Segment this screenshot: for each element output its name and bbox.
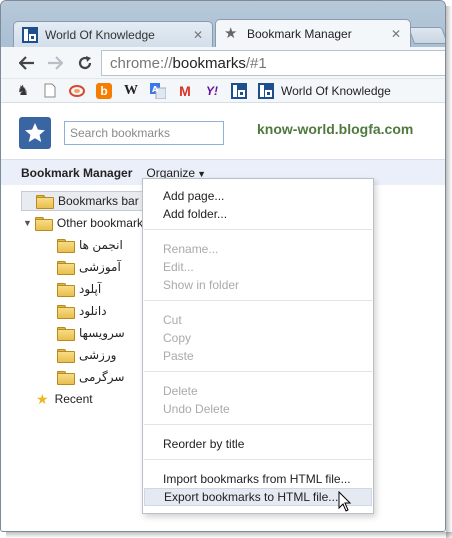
blogfa-icon[interactable] [258, 82, 274, 99]
bookmarks-bar: ♞ b W A M Y! World Of Knowledge [1, 79, 445, 103]
star-icon: ★ [36, 390, 49, 407]
tab-bookmark-manager[interactable]: ★ Bookmark Manager ✕ [215, 19, 411, 47]
svg-text:A: A [152, 85, 159, 94]
tree-item-folder[interactable]: سرگرمی [57, 367, 124, 387]
folder-icon [57, 239, 75, 253]
tree-label: سرگرمی [79, 370, 125, 384]
menu-item-rename[interactable]: Rename... [144, 240, 372, 258]
expand-triangle-icon[interactable]: ▼ [23, 218, 32, 228]
menu-item-import-bookmarks[interactable]: Import bookmarks from HTML file... [144, 470, 372, 488]
gmail-icon[interactable]: M [177, 83, 193, 99]
menu-separator [144, 229, 372, 230]
url-host: bookmarks [172, 54, 246, 72]
url-scheme: chrome:// [110, 54, 173, 72]
open-folder-icon [34, 217, 53, 231]
window-shadow [446, 6, 452, 538]
mouse-cursor-icon [338, 491, 352, 512]
star-icon [19, 117, 51, 149]
tree-item-folder[interactable]: آپلود [57, 279, 101, 299]
url-path: /#1 [245, 54, 267, 72]
blogfa-icon[interactable] [231, 82, 247, 99]
tree-label: Other bookmarks [56, 216, 149, 230]
close-icon[interactable]: ✕ [390, 27, 402, 41]
menu-item-edit[interactable]: Edit... [144, 258, 372, 276]
tree-item-bookmarks-bar[interactable]: Bookmarks bar [21, 191, 151, 211]
tab-title: Bookmark Manager [247, 26, 352, 41]
tree-label: Recent [54, 392, 93, 406]
translate-icon[interactable]: A [150, 82, 166, 99]
organize-menu: Add page... Add folder... Rename... Edit… [142, 178, 374, 514]
tree-item-folder[interactable]: دانلود [57, 301, 107, 321]
wikipedia-icon[interactable]: W [123, 83, 139, 99]
tree-item-other-bookmarks[interactable]: ▼ Other bookmarks [23, 213, 149, 233]
menu-item-show-in-folder[interactable]: Show in folder [144, 276, 372, 294]
blogfa-icon [22, 26, 38, 43]
tree-label: ورزشی [79, 348, 117, 362]
yahoo-icon[interactable]: Y! [204, 83, 220, 99]
browser-window: World Of Knowledge ✕ ★ Bookmark Manager … [0, 0, 446, 532]
tab-world-of-knowledge[interactable]: World Of Knowledge ✕ [13, 21, 213, 47]
menu-item-copy[interactable]: Copy [144, 329, 372, 347]
brand-watermark: know-world.blogfa.com [257, 121, 414, 137]
folder-icon [57, 261, 75, 275]
folder-icon [57, 371, 75, 385]
tree-label: سرویسها [79, 326, 125, 340]
tree-item-folder[interactable]: انجمن ها [57, 235, 123, 255]
manager-title: Bookmark Manager [21, 165, 133, 180]
folder-icon [36, 195, 54, 209]
menu-item-cut[interactable]: Cut [144, 311, 372, 329]
tree-label: Bookmarks bar [58, 194, 139, 208]
menu-item-reorder-by-title[interactable]: Reorder by title [144, 435, 372, 453]
search-input[interactable] [64, 121, 224, 145]
menu-item-add-folder[interactable]: Add folder... [144, 205, 372, 223]
back-arrow-icon[interactable] [17, 53, 37, 73]
folder-icon [57, 283, 75, 297]
tree-item-folder[interactable]: سرویسها [57, 323, 125, 343]
forward-arrow-icon[interactable] [45, 53, 65, 73]
folder-icon [57, 327, 75, 341]
swirl-icon[interactable] [69, 83, 85, 99]
star-icon: ★ [224, 24, 238, 42]
tree-item-folder[interactable]: ورزشی [57, 345, 116, 365]
tree-item-folder[interactable]: آموزشی [57, 257, 121, 277]
tree-label: دانلود [79, 304, 107, 318]
folder-icon [57, 305, 75, 319]
blogger-icon[interactable]: b [96, 82, 112, 99]
address-bar[interactable]: chrome://bookmarks/#1 [101, 50, 445, 76]
menu-item-delete[interactable]: Delete [144, 382, 372, 400]
blank-page-icon[interactable] [42, 83, 58, 99]
new-tab-button[interactable] [407, 27, 445, 44]
menu-separator [144, 459, 372, 460]
tree-item-recent[interactable]: ★ Recent [36, 389, 93, 409]
menu-item-undo-delete[interactable]: Undo Delete [144, 400, 372, 418]
menu-separator [144, 371, 372, 372]
bookmark-world-of-knowledge[interactable]: World Of Knowledge [281, 84, 391, 98]
menu-item-paste[interactable]: Paste [144, 347, 372, 365]
tree-label: آپلود [79, 282, 102, 296]
caret-down-icon: ▼ [197, 168, 206, 179]
tab-title: World Of Knowledge [45, 27, 155, 42]
tab-strip: World Of Knowledge ✕ ★ Bookmark Manager … [1, 1, 445, 47]
close-icon[interactable]: ✕ [192, 28, 204, 42]
tree-label: انجمن ها [79, 238, 123, 252]
menu-item-add-page[interactable]: Add page... [144, 187, 372, 205]
running-man-icon[interactable]: ♞ [15, 82, 31, 99]
menu-separator [144, 300, 372, 301]
folder-icon [57, 349, 75, 363]
reload-icon[interactable] [75, 53, 95, 73]
folder-tree: Bookmarks bar ▼ Other bookmarks انجمن ها… [1, 187, 151, 507]
menu-separator [144, 424, 372, 425]
tree-label: آموزشی [79, 260, 121, 274]
toolbar: chrome://bookmarks/#1 [1, 47, 445, 79]
manager-header: know-world.blogfa.com [1, 104, 445, 158]
window-shadow [6, 532, 452, 538]
